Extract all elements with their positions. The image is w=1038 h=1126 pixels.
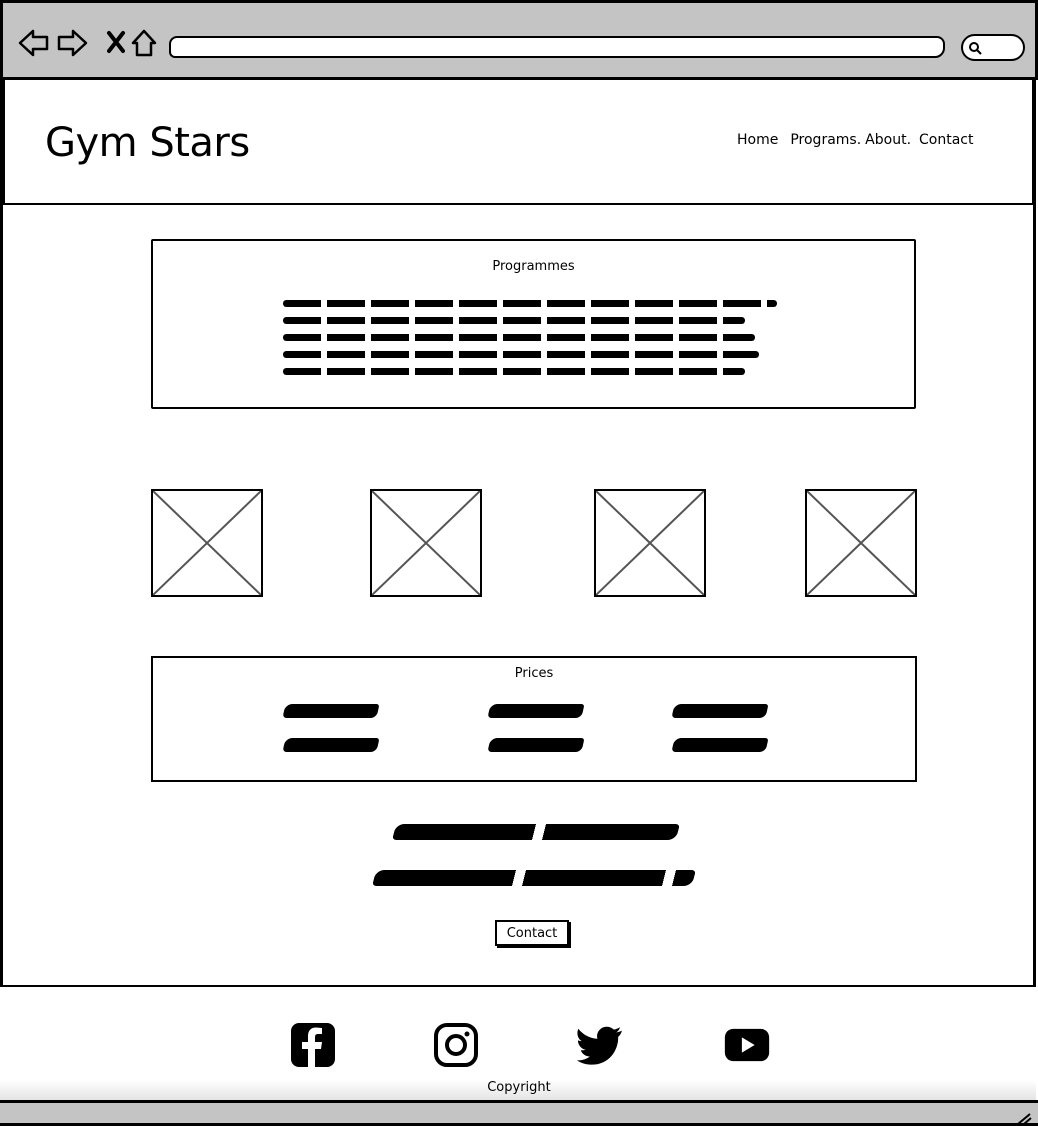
nav-home[interactable]: Home xyxy=(737,132,778,148)
browser-search-field[interactable] xyxy=(961,34,1025,61)
cta-placeholder-line xyxy=(392,824,680,840)
image-placeholder xyxy=(370,489,482,597)
browser-toolbar xyxy=(0,0,1038,80)
nav-programs[interactable]: Programs. xyxy=(790,132,861,148)
main-nav: Home Programs. About. Contact xyxy=(737,132,985,148)
programmes-section: Programmes xyxy=(151,239,916,409)
resize-grip-icon[interactable] xyxy=(1016,1111,1032,1125)
image-placeholder xyxy=(805,489,917,597)
contact-button[interactable]: Contact xyxy=(495,920,569,946)
site-logo[interactable]: Gym Stars xyxy=(45,120,250,166)
nav-contact[interactable]: Contact xyxy=(919,132,973,148)
placeholder-text-line xyxy=(283,368,745,375)
programmes-title: Programmes xyxy=(492,259,575,274)
prices-title: Prices xyxy=(514,666,554,681)
placeholder-text-line xyxy=(283,351,759,358)
price-placeholder xyxy=(671,704,769,718)
image-placeholder xyxy=(151,489,263,597)
price-placeholder xyxy=(282,704,380,718)
copyright-text: Copyright xyxy=(487,1080,551,1095)
price-placeholder xyxy=(671,738,769,752)
page-border-right xyxy=(1033,80,1036,1100)
cta-placeholder-line xyxy=(372,870,696,886)
search-icon xyxy=(969,42,982,55)
forward-arrow-icon[interactable] xyxy=(55,23,89,63)
placeholder-text-line xyxy=(283,334,755,341)
back-arrow-icon[interactable] xyxy=(17,23,51,63)
browser-statusbar xyxy=(0,1100,1038,1126)
address-bar[interactable] xyxy=(169,36,945,58)
wireframe-page: Gym Stars Home Programs. About. Contact … xyxy=(0,0,1038,1126)
home-icon[interactable] xyxy=(127,23,161,63)
prices-section: Prices xyxy=(151,656,917,782)
price-placeholder xyxy=(487,738,585,752)
youtube-icon[interactable] xyxy=(724,1022,770,1068)
price-placeholder xyxy=(282,738,380,752)
page-border-left xyxy=(0,80,3,1100)
nav-about[interactable]: About. xyxy=(865,132,911,148)
twitter-icon[interactable] xyxy=(576,1022,622,1068)
instagram-icon[interactable] xyxy=(433,1022,479,1068)
image-placeholder xyxy=(594,489,706,597)
facebook-icon[interactable] xyxy=(290,1022,336,1068)
placeholder-text-line xyxy=(283,300,777,307)
site-header: Gym Stars Home Programs. About. Contact xyxy=(3,80,1034,205)
price-placeholder xyxy=(487,704,585,718)
placeholder-text-line xyxy=(283,317,745,324)
